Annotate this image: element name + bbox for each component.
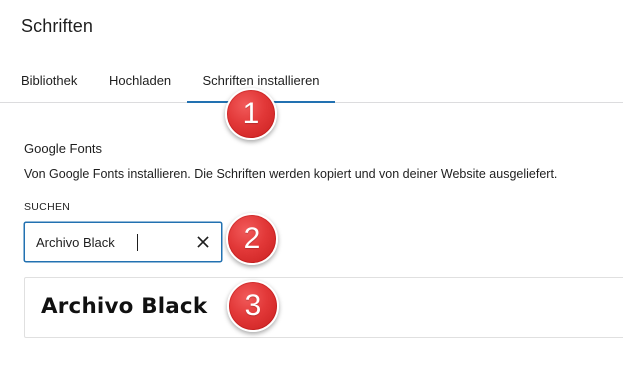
tab-upload[interactable]: Hochladen (109, 58, 173, 102)
font-result-card[interactable]: Archivo Black (24, 277, 623, 338)
section-description: Von Google Fonts installieren. Die Schri… (24, 167, 558, 181)
section-heading: Google Fonts (24, 141, 103, 156)
clear-search-button[interactable] (193, 232, 213, 252)
close-icon (197, 236, 209, 248)
text-cursor (137, 234, 138, 251)
font-result-name: Archivo Black (41, 294, 208, 318)
step-marker-1: 1 (225, 88, 277, 140)
font-library-page: Schriften Bibliothek Hochladen Schriften… (0, 0, 623, 371)
tab-bar: Bibliothek Hochladen Schriften installie… (0, 58, 623, 103)
step-marker-2: 2 (226, 213, 278, 265)
step-marker-3: 3 (227, 280, 279, 332)
tab-library[interactable]: Bibliothek (21, 58, 79, 102)
search-input[interactable] (36, 223, 186, 261)
search-field[interactable] (24, 222, 222, 262)
page-title: Schriften (21, 16, 93, 36)
search-label: SUCHEN (24, 201, 71, 213)
